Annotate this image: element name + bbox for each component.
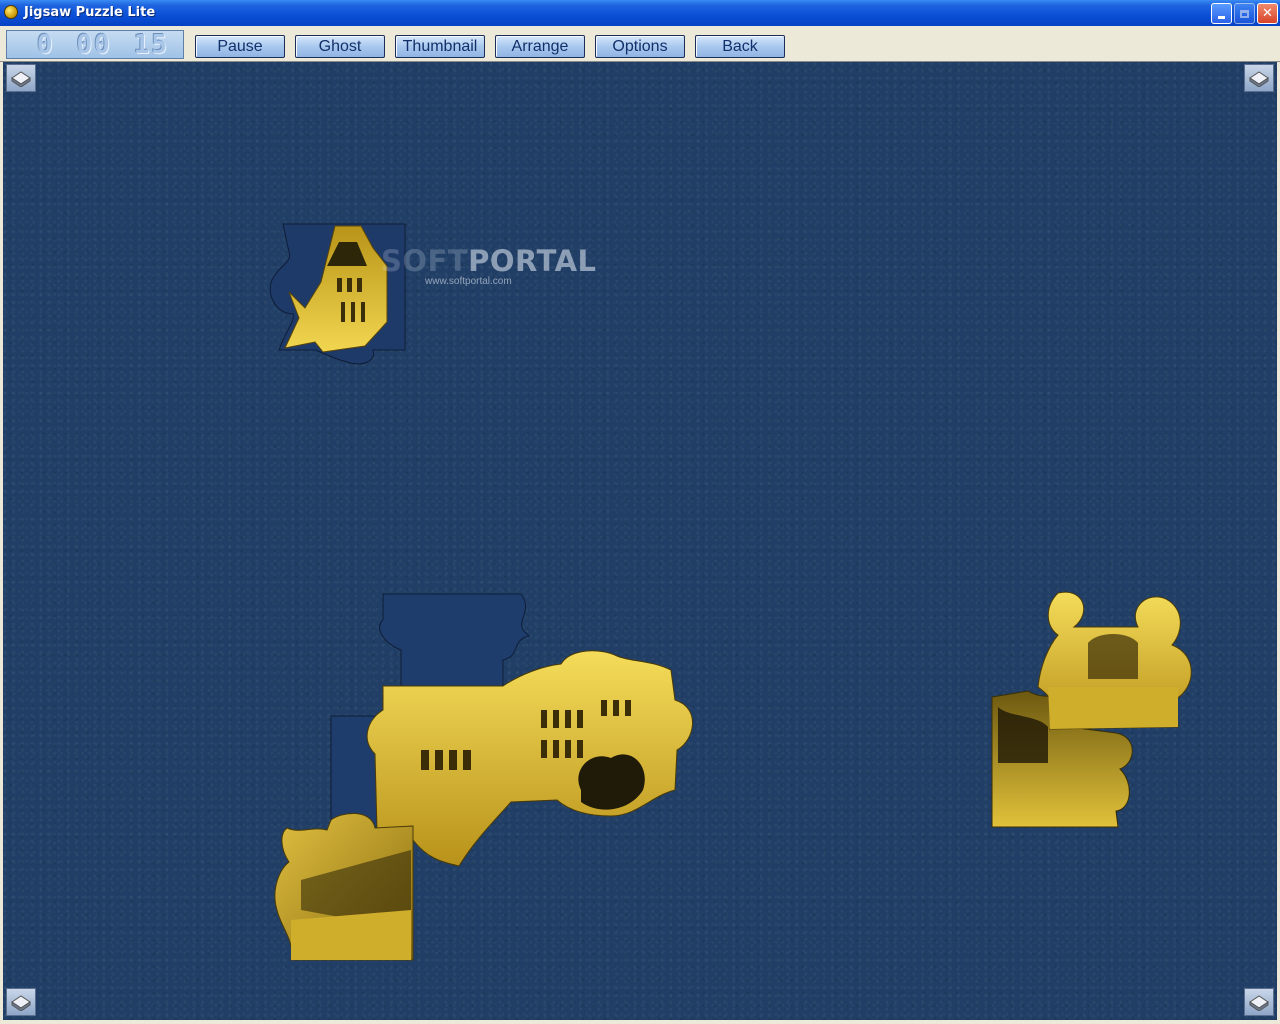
piece-tray-icon [11, 71, 31, 87]
timer-seconds: 15 [133, 29, 169, 60]
watermark-brand-left: SOFT [381, 244, 469, 278]
piece-tray-icon [1249, 995, 1269, 1011]
thumbnail-button[interactable]: Thumbnail [395, 35, 485, 58]
corner-tray-bottom-right[interactable] [1244, 988, 1274, 1016]
maximize-button[interactable] [1234, 3, 1255, 24]
close-icon: ✕ [1262, 6, 1273, 21]
watermark-brand-right: PORTAL [468, 244, 597, 278]
puzzle-board[interactable]: SOFTPORTAL www.softportal.com [3, 62, 1277, 1020]
corner-tray-top-right[interactable] [1244, 64, 1274, 92]
app-window: Jigsaw Puzzle Lite ✕ 0 00 15 Pause Ghost… [0, 0, 1280, 1024]
timer-hours: 0 [37, 29, 55, 60]
puzzle-cluster-building[interactable] [271, 590, 701, 970]
corner-tray-top-left[interactable] [6, 64, 36, 92]
timer-minutes: 00 [76, 29, 112, 60]
ghost-button[interactable]: Ghost [295, 35, 385, 58]
close-button[interactable]: ✕ [1257, 3, 1278, 24]
corner-tray-bottom-left[interactable] [6, 988, 36, 1016]
softportal-watermark: SOFTPORTAL www.softportal.com [381, 244, 597, 287]
arrange-button[interactable]: Arrange [495, 35, 585, 58]
options-button[interactable]: Options [595, 35, 685, 58]
piece-tray-icon [1249, 71, 1269, 87]
puzzle-cluster-archway[interactable] [988, 587, 1198, 832]
back-button[interactable]: Back [695, 35, 785, 58]
pause-button[interactable]: Pause [195, 35, 285, 58]
maximize-icon [1240, 9, 1249, 18]
app-icon[interactable] [4, 5, 18, 19]
toolbar: 0 00 15 Pause Ghost Thumbnail Arrange Op… [0, 26, 1280, 62]
piece-tray-icon [11, 995, 31, 1011]
window-title: Jigsaw Puzzle Lite [24, 5, 156, 20]
minimize-icon [1218, 16, 1225, 19]
elapsed-timer: 0 00 15 [6, 29, 184, 60]
title-bar[interactable]: Jigsaw Puzzle Lite ✕ [0, 0, 1280, 26]
minimize-button[interactable] [1211, 3, 1232, 24]
